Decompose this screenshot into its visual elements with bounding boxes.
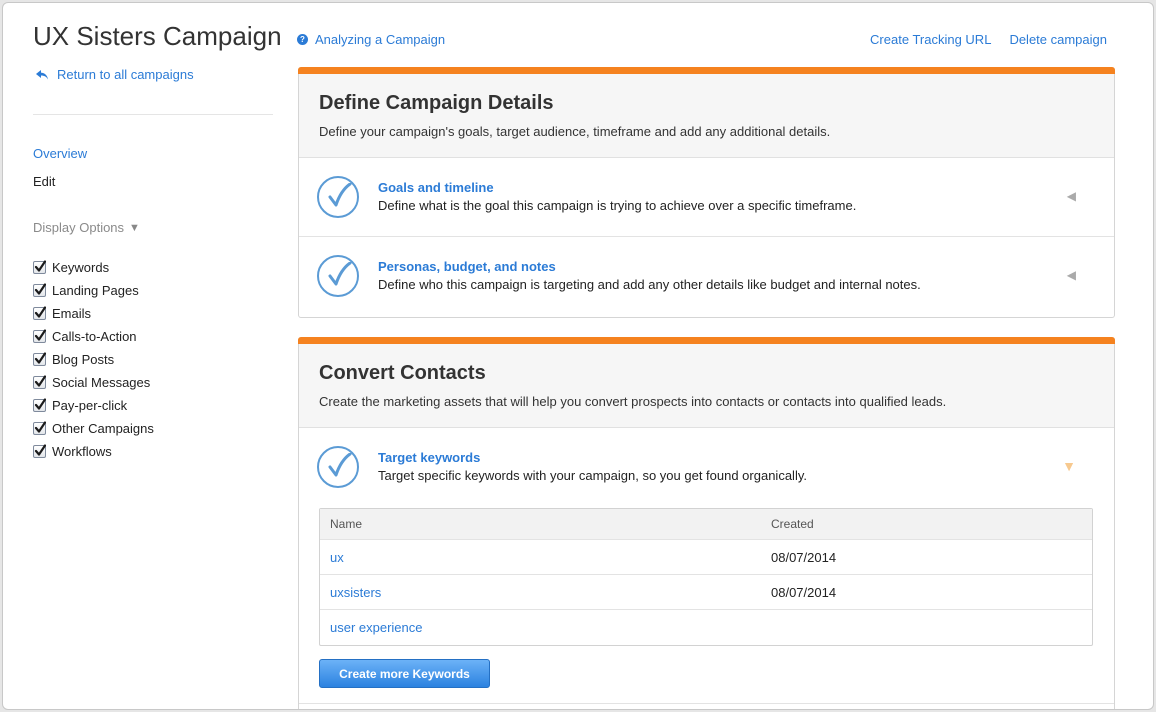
- checkmark-icon: [34, 306, 46, 318]
- checkbox[interactable]: [33, 306, 46, 320]
- task-description: Target specific keywords with your campa…: [378, 468, 807, 483]
- display-option-item[interactable]: Blog Posts: [33, 348, 154, 371]
- column-header-created[interactable]: Created: [761, 517, 814, 531]
- column-header-name[interactable]: Name: [320, 517, 761, 531]
- analyze-label: Analyzing a Campaign: [315, 32, 446, 47]
- display-option-item[interactable]: Other Campaigns: [33, 417, 154, 440]
- checkbox[interactable]: [33, 329, 46, 343]
- keyword-created-date: 08/07/2014: [771, 549, 837, 565]
- define-campaign-panel: Define Campaign Details Define your camp…: [298, 67, 1115, 318]
- display-option-item[interactable]: Workflows: [33, 440, 154, 463]
- checkbox[interactable]: [33, 444, 46, 458]
- nav-edit[interactable]: Edit: [33, 173, 87, 201]
- keyword-created-date: 08/07/2014: [771, 584, 837, 600]
- create-tracking-url-link[interactable]: Create Tracking URL: [870, 32, 991, 47]
- display-option-item[interactable]: Keywords: [33, 256, 154, 279]
- checkbox[interactable]: [33, 375, 46, 389]
- checkmark-icon: [34, 283, 46, 295]
- checkbox[interactable]: [33, 421, 46, 435]
- display-option-item[interactable]: Calls-to-Action: [33, 325, 154, 348]
- table-header: Name Created: [320, 509, 1092, 540]
- return-to-campaigns-link[interactable]: Return to all campaigns: [35, 67, 194, 82]
- panel-subtitle: Define your campaign's goals, target aud…: [319, 124, 831, 139]
- checkmark-icon: [34, 421, 46, 433]
- return-label: Return to all campaigns: [57, 67, 194, 82]
- panel-divider: [299, 703, 1114, 704]
- checkbox[interactable]: [33, 260, 46, 274]
- display-option-label: Landing Pages: [52, 283, 139, 298]
- convert-contacts-panel: Convert Contacts Create the marketing as…: [298, 337, 1115, 709]
- display-options-list: Keywords Landing Pages Emails Calls-to-Acti…: [33, 256, 154, 463]
- display-option-label: Blog Posts: [52, 352, 115, 367]
- display-option-item[interactable]: Pay-per-click: [33, 394, 154, 417]
- display-option-item[interactable]: Emails: [33, 302, 154, 325]
- checkmark-icon: [34, 329, 46, 341]
- table-row: ux 08/07/2014: [320, 540, 1092, 575]
- panel-title: Define Campaign Details: [319, 92, 554, 114]
- checkbox[interactable]: [33, 352, 46, 366]
- task-description: Define who this campaign is targeting an…: [378, 277, 921, 292]
- keywords-table: Name Created ux 08/07/2014 uxsisters 08/…: [319, 508, 1093, 646]
- page-title: UX Sisters Campaign: [33, 21, 282, 51]
- checkmark-icon: [34, 444, 46, 456]
- create-more-keywords-button[interactable]: Create more Keywords: [319, 659, 490, 688]
- task-description: Define what is the goal this campaign is…: [378, 198, 857, 213]
- checkmark-icon: [34, 260, 46, 272]
- task-title[interactable]: Target keywords: [378, 450, 480, 465]
- keyword-link[interactable]: uxsisters: [320, 585, 761, 600]
- task-target-keywords[interactable]: Target keywords Target specific keywords…: [299, 428, 1114, 507]
- checkmark-icon: [34, 375, 46, 387]
- help-icon: ?: [297, 34, 308, 45]
- checkmark-icon: [34, 352, 46, 364]
- check-circle-icon: [317, 176, 359, 218]
- keyword-link[interactable]: ux: [320, 550, 761, 565]
- panel-header: Convert Contacts Create the marketing as…: [299, 344, 1114, 428]
- nav-overview[interactable]: Overview: [33, 145, 87, 173]
- delete-campaign-link[interactable]: Delete campaign: [1009, 32, 1107, 47]
- panel-accent-bar: [298, 337, 1115, 344]
- checkbox[interactable]: [33, 398, 46, 412]
- app-window: UX Sisters Campaign Return to all campai…: [2, 2, 1154, 710]
- panel-subtitle: Create the marketing assets that will he…: [319, 394, 947, 409]
- display-option-label: Calls-to-Action: [52, 329, 137, 344]
- display-option-label: Social Messages: [52, 375, 151, 390]
- checkmark-icon: [34, 398, 46, 410]
- sidebar-nav: Overview Edit: [33, 145, 87, 201]
- expand-left-icon[interactable]: ◀: [1067, 268, 1076, 282]
- header-actions: Create Tracking URL Delete campaign: [870, 32, 1107, 47]
- panel-accent-bar: [298, 67, 1115, 74]
- display-options-label: Display Options: [33, 220, 125, 235]
- panel-title: Convert Contacts: [319, 362, 486, 384]
- check-circle-icon: [317, 446, 359, 488]
- analyzing-campaign-link[interactable]: ? Analyzing a Campaign: [297, 32, 445, 47]
- display-option-item[interactable]: Social Messages: [33, 371, 154, 394]
- caret-down-icon: ▼: [129, 221, 140, 234]
- checkbox[interactable]: [33, 283, 46, 297]
- display-option-label: Pay-per-click: [52, 398, 128, 413]
- task-goals-timeline[interactable]: Goals and timeline Define what is the go…: [299, 158, 1114, 237]
- task-title[interactable]: Personas, budget, and notes: [378, 259, 556, 274]
- check-circle-icon: [317, 255, 359, 297]
- task-personas-budget-notes[interactable]: Personas, budget, and notes Define who t…: [299, 237, 1114, 316]
- table-row: uxsisters 08/07/2014: [320, 575, 1092, 610]
- task-title[interactable]: Goals and timeline: [378, 180, 494, 195]
- keyword-link[interactable]: user experience: [320, 620, 761, 635]
- display-option-item[interactable]: Landing Pages: [33, 279, 154, 302]
- panel-header: Define Campaign Details Define your camp…: [299, 74, 1114, 158]
- sidebar-divider: [33, 114, 273, 115]
- table-row: user experience: [320, 610, 1092, 645]
- display-option-label: Keywords: [52, 260, 110, 275]
- display-options-toggle[interactable]: Display Options ▼: [33, 220, 140, 235]
- display-option-label: Other Campaigns: [52, 421, 154, 436]
- expand-left-icon[interactable]: ◀: [1067, 189, 1076, 203]
- display-option-label: Workflows: [52, 444, 112, 459]
- display-option-label: Emails: [52, 306, 92, 321]
- collapse-down-icon[interactable]: ▼: [1062, 458, 1076, 474]
- back-arrow-icon: [36, 69, 48, 79]
